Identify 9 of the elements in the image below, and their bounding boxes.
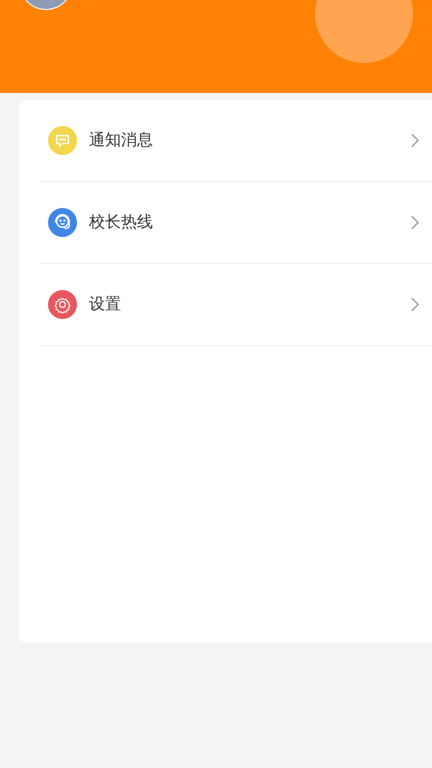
menu-item[interactable]: 校长热线 (19, 182, 432, 263)
menu-item[interactable]: 设置 (19, 264, 432, 345)
menu-label: 通知消息 (89, 130, 154, 151)
chevron-right-icon (410, 133, 419, 148)
menu-label: 设置 (89, 294, 122, 315)
chevron-right-icon (410, 215, 419, 230)
menu-item[interactable]: 通知消息 (19, 100, 432, 181)
chevron-right-icon (410, 297, 419, 312)
menu-label: 校长热线 (89, 212, 154, 233)
